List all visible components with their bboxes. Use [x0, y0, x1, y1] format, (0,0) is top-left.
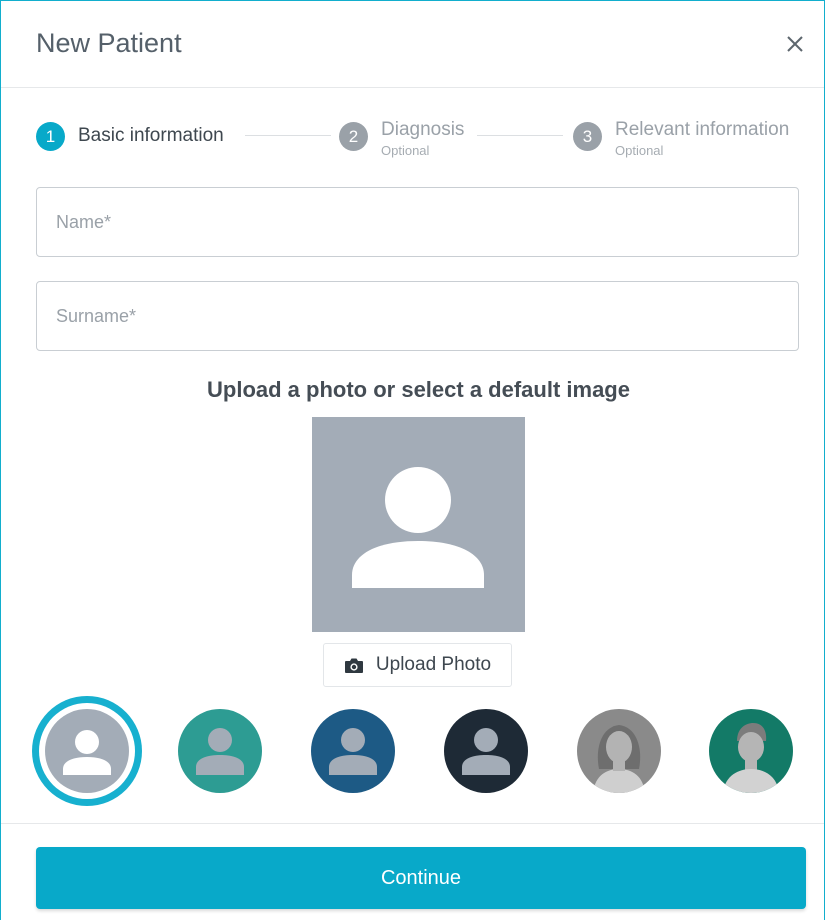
footer-divider: [1, 823, 824, 824]
user-silhouette-icon: [462, 728, 510, 775]
upload-photo-button[interactable]: Upload Photo: [323, 643, 512, 687]
avatar-navy[interactable]: [444, 709, 528, 793]
step-sublabel: Optional: [615, 143, 664, 158]
continue-button[interactable]: Continue: [36, 847, 806, 909]
modal-title: New Patient: [36, 28, 182, 58]
man-portrait-icon: [723, 723, 779, 793]
close-button[interactable]: [782, 31, 808, 57]
close-icon: [787, 36, 803, 52]
step-number: 1: [36, 122, 65, 151]
avatar-gray[interactable]: [45, 709, 129, 793]
name-field[interactable]: [36, 187, 799, 257]
photo-heading: Upload a photo or select a default image: [207, 377, 630, 402]
step-connector: [477, 135, 563, 136]
step-label: Relevant information: [615, 119, 790, 140]
upload-photo-label: Upload Photo: [375, 654, 492, 675]
step-label: Basic information: [78, 125, 224, 146]
user-silhouette-icon: [63, 730, 111, 775]
camera-icon: [344, 658, 363, 673]
modal-header: New Patient: [1, 1, 824, 88]
new-patient-modal: New Patient 1 Basic information 2 Diagno…: [0, 0, 825, 920]
avatar-blue[interactable]: [311, 709, 395, 793]
photo-preview: [312, 417, 525, 632]
woman-portrait-icon: [593, 725, 645, 793]
avatar-teal[interactable]: [178, 709, 262, 793]
avatar-man-photo[interactable]: [709, 709, 793, 793]
step-number: 2: [339, 122, 368, 151]
user-silhouette-icon: [196, 728, 244, 775]
user-silhouette-icon: [329, 728, 377, 775]
step-sublabel: Optional: [381, 143, 430, 158]
step-connector: [245, 135, 331, 136]
step-number: 3: [573, 122, 602, 151]
step-label: Diagnosis: [381, 119, 465, 140]
surname-field[interactable]: [36, 281, 799, 351]
avatar-woman-photo[interactable]: [577, 709, 661, 793]
user-silhouette-icon: [352, 467, 484, 588]
